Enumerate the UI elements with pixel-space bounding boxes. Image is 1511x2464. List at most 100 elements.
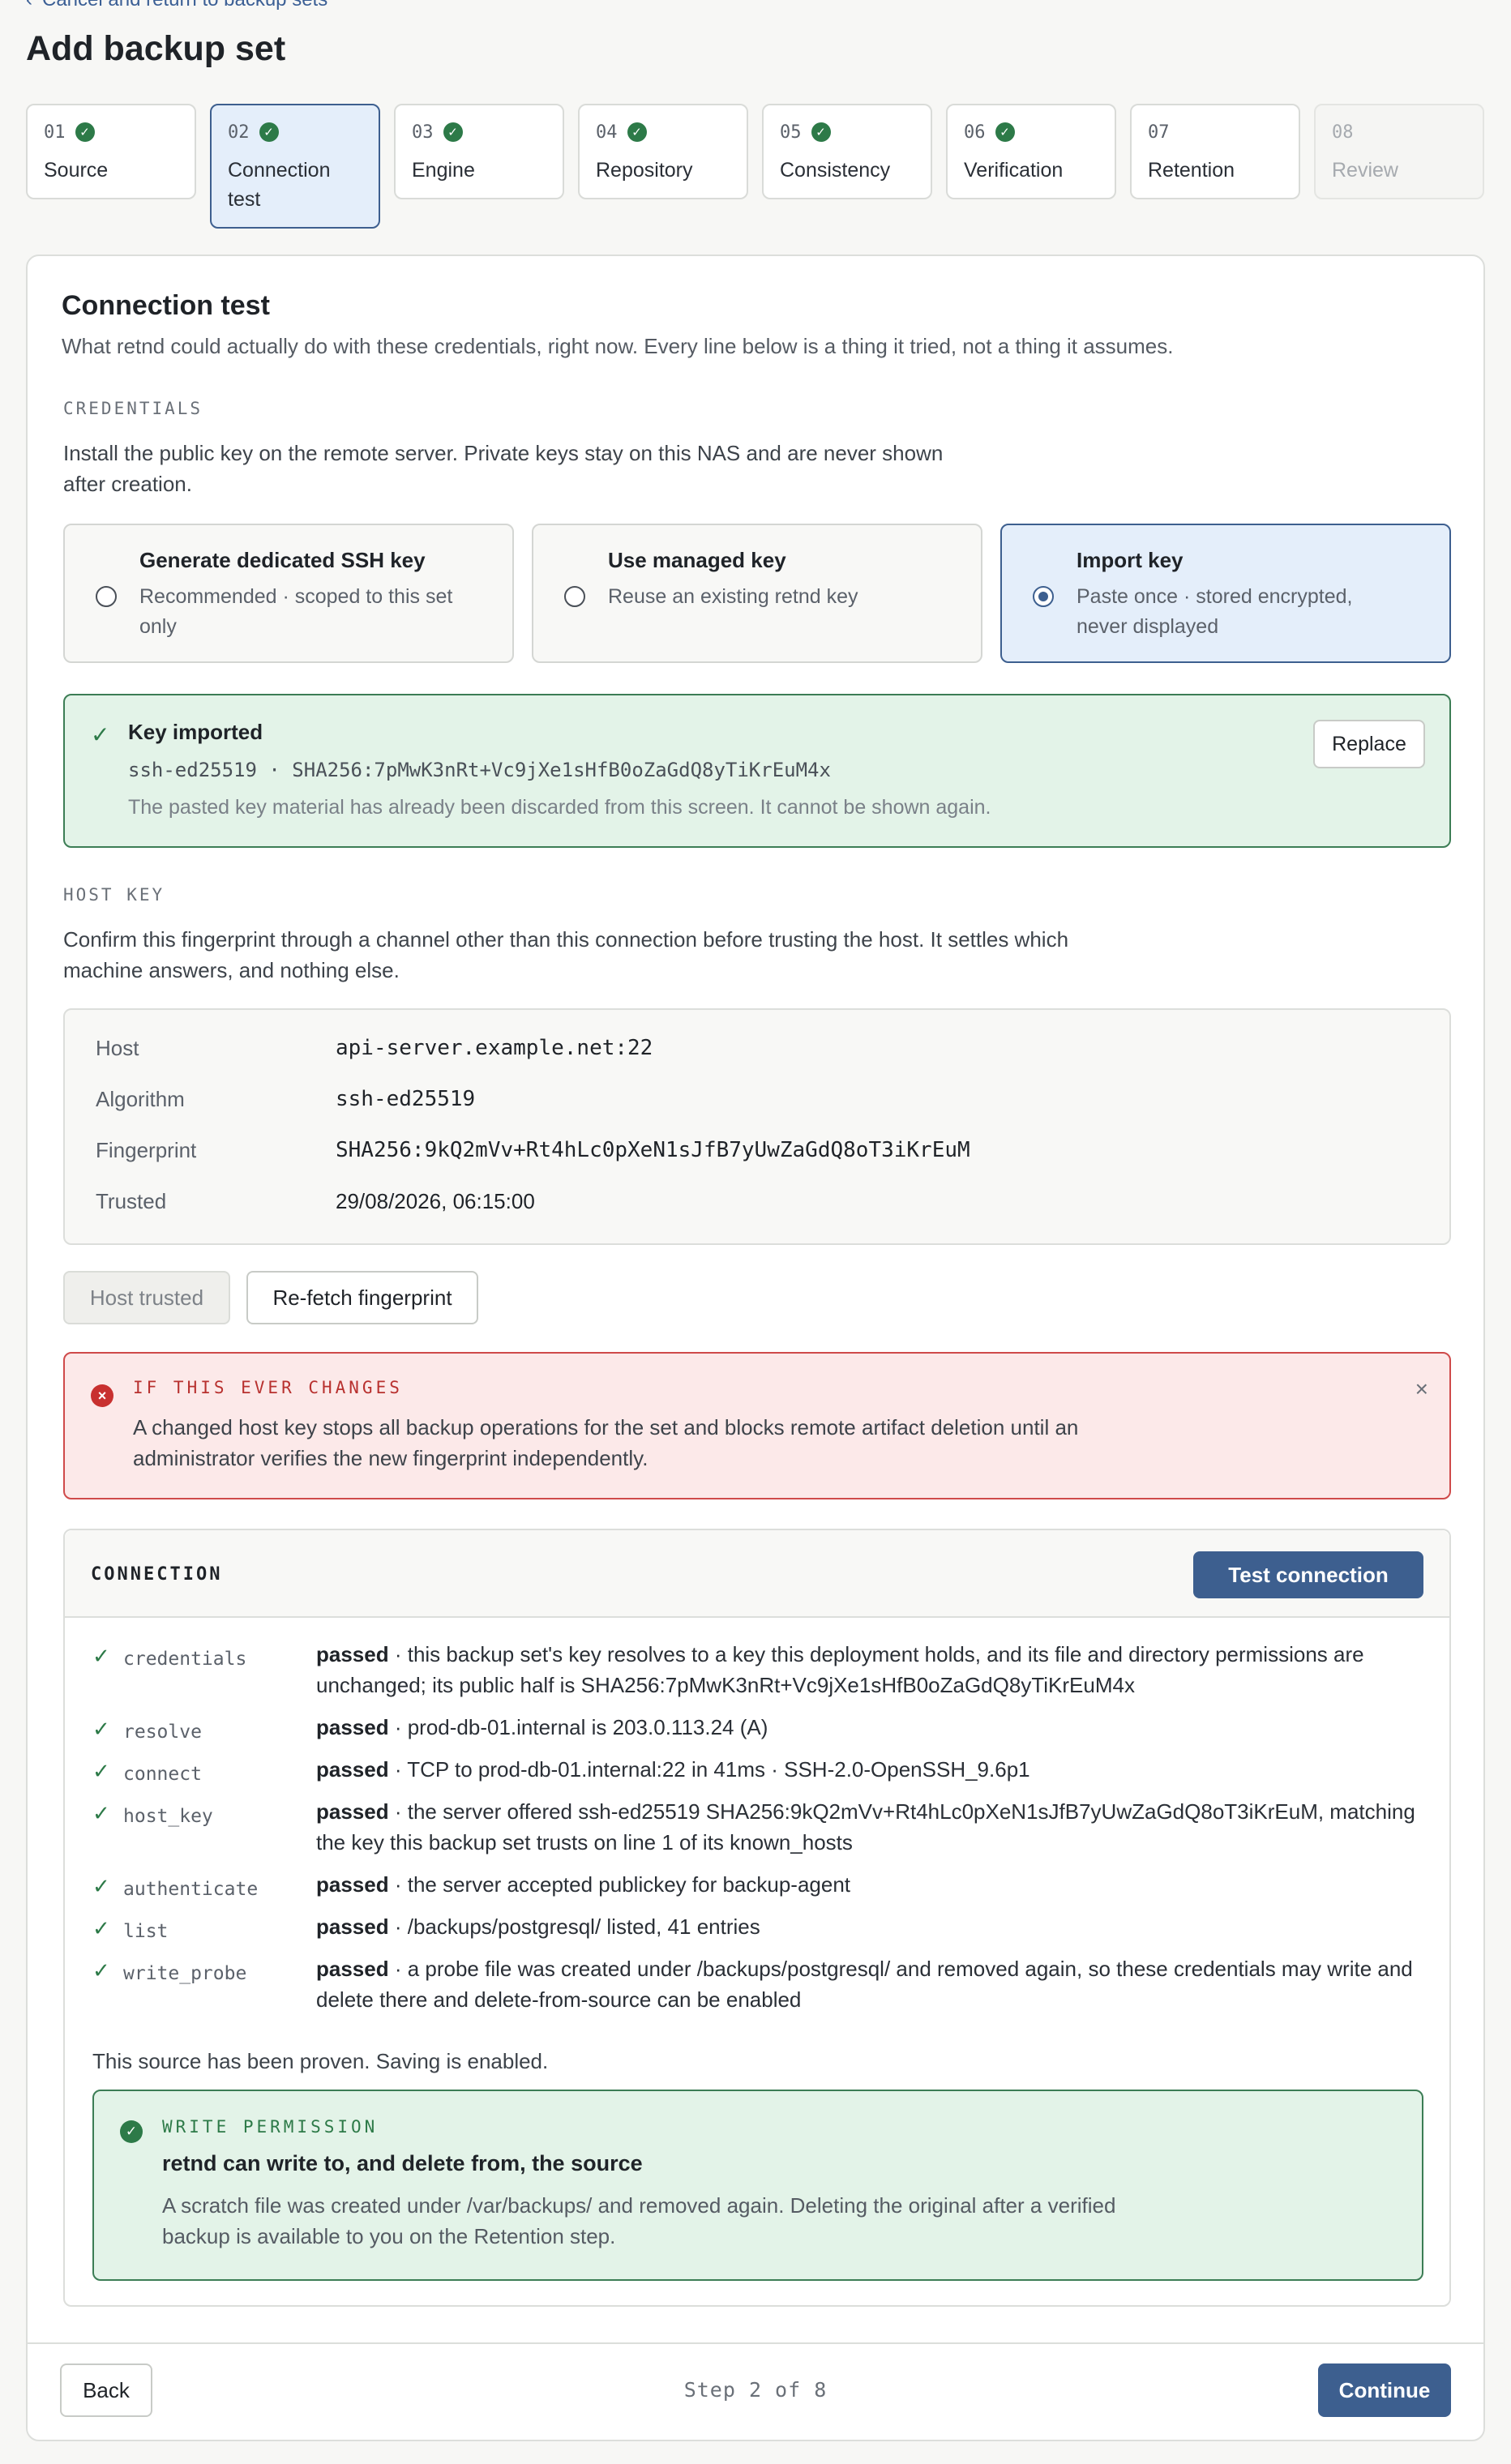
section-title: Connection test — [62, 290, 270, 321]
step-number: 05 — [780, 122, 802, 143]
page-title: Add backup set — [26, 29, 286, 68]
option-desc: Paste once · stored encrypted, never dis… — [1077, 585, 1353, 638]
checkmark-icon: ✓ — [92, 1717, 110, 1741]
step-label: Retention — [1148, 159, 1235, 182]
option-title: Generate dedicated SSH key — [139, 548, 426, 572]
option-desc: Recommended · scoped to this set only — [139, 585, 453, 638]
step-consistency[interactable]: 05 ✓ Consistency — [762, 104, 932, 199]
radio-button[interactable] — [564, 586, 585, 607]
radio-button[interactable] — [96, 586, 117, 607]
check-circle-icon: ✓ — [995, 122, 1015, 142]
step-label: Engine — [412, 159, 475, 182]
check-detail: · TCP to prod-db-01.internal:22 in 41ms … — [388, 1757, 1030, 1782]
step-review: 08 Review — [1314, 104, 1484, 199]
check-detail: · the server accepted publickey for back… — [388, 1872, 851, 1897]
check-detail: · the server offered ssh-ed25519 SHA256:… — [316, 1799, 1415, 1854]
check-detail: · this backup set's key resolves to a ke… — [316, 1642, 1364, 1697]
step-number: 08 — [1332, 122, 1354, 143]
step-verification[interactable]: 06 ✓ Verification — [946, 104, 1116, 199]
check-result: passed · the server offered ssh-ed25519 … — [316, 1796, 1427, 1858]
checkmark-icon: ✓ — [92, 1801, 110, 1825]
key-note: The pasted key material has already been… — [128, 796, 991, 819]
step-label: Connection test — [228, 159, 331, 211]
host-key-table: Host api-server.example.net:22 Algorithm… — [63, 1008, 1451, 1245]
step-number: 03 — [412, 122, 434, 143]
warning-body: A changed host key stops all backup oper… — [133, 1415, 1079, 1470]
check-name: connect — [123, 1764, 202, 1785]
step-label: Review — [1332, 159, 1398, 182]
option-import-key[interactable]: Import key Paste once · stored encrypted… — [1000, 524, 1451, 663]
step-repository[interactable]: 04 ✓ Repository — [578, 104, 748, 199]
check-circle-icon: ✓ — [627, 122, 647, 142]
checkmark-icon: ✓ — [91, 722, 110, 747]
cancel-link[interactable]: ‹ Cancel and return to backup sets — [26, 0, 327, 11]
check-status: passed — [316, 1872, 389, 1897]
credentials-help: Install the public key on the remote ser… — [63, 441, 944, 496]
trusted-label: Trusted — [96, 1189, 167, 1213]
footer-divider — [28, 2342, 1483, 2344]
algorithm-label: Algorithm — [96, 1087, 185, 1111]
check-circle-icon: ✓ — [443, 122, 463, 142]
step-number: 06 — [964, 122, 986, 143]
step-number: 07 — [1148, 122, 1170, 143]
connection-panel: CONNECTION Test connection ✓ credentials… — [63, 1529, 1451, 2307]
option-managed-key[interactable]: Use managed key Reuse an existing retnd … — [532, 524, 982, 663]
checkmark-icon: ✓ — [92, 1759, 110, 1783]
step-retention[interactable]: 07 Retention — [1130, 104, 1300, 199]
check-name: host_key — [123, 1806, 213, 1827]
cancel-link-label: Cancel and return to backup sets — [42, 0, 327, 11]
connection-header: CONNECTION Test connection — [65, 1530, 1449, 1618]
option-generate-key[interactable]: Generate dedicated SSH key Recommended ·… — [63, 524, 514, 663]
error-icon: × — [91, 1384, 113, 1407]
check-name: resolve — [123, 1722, 202, 1743]
check-result: passed · TCP to prod-db-01.internal:22 i… — [316, 1754, 1427, 1785]
check-result: passed · the server accepted publickey f… — [316, 1869, 1427, 1900]
step-label: Source — [44, 159, 109, 182]
host-trusted-button: Host trusted — [63, 1271, 230, 1324]
check-result: passed · /backups/postgresql/ listed, 41… — [316, 1911, 1427, 1942]
check-status: passed — [316, 1642, 389, 1666]
check-status: passed — [316, 1914, 389, 1939]
host-value: api-server.example.net:22 — [336, 1036, 653, 1060]
host-key-warning: × IF THIS EVER CHANGES A changed host ke… — [63, 1352, 1451, 1499]
step-engine[interactable]: 03 ✓ Engine — [394, 104, 564, 199]
radio-button-selected[interactable] — [1033, 586, 1054, 607]
option-title: Use managed key — [608, 548, 786, 572]
algorithm-value: ssh-ed25519 — [336, 1087, 476, 1111]
write-permission-heading: retnd can write to, and delete from, the… — [162, 2151, 643, 2175]
step-label: Repository — [596, 159, 693, 182]
check-circle-icon: ✓ — [75, 122, 95, 142]
write-permission-label: WRITE PERMISSION — [162, 2117, 379, 2137]
refetch-fingerprint-button[interactable]: Re-fetch fingerprint — [246, 1271, 478, 1324]
check-circle-icon: ✓ — [811, 122, 831, 142]
key-imported-panel: ✓ Key imported ssh-ed25519 · SHA256:7pMw… — [63, 694, 1451, 848]
check-name: credentials — [123, 1649, 247, 1670]
check-circle-icon: ✓ — [120, 2120, 143, 2143]
checkmark-icon: ✓ — [92, 1874, 110, 1898]
step-label: Verification — [964, 159, 1064, 182]
host-key-help: Confirm this fingerprint through a chann… — [63, 927, 1069, 982]
replace-key-button[interactable]: Replace — [1313, 720, 1425, 768]
step-counter: Step 2 of 8 — [683, 2378, 828, 2402]
continue-button[interactable]: Continue — [1318, 2363, 1451, 2417]
write-permission-panel: ✓ WRITE PERMISSION retnd can write to, a… — [92, 2090, 1423, 2281]
host-key-label: HOST KEY — [63, 885, 165, 905]
option-desc: Reuse an existing retnd key — [608, 585, 858, 608]
option-title: Import key — [1077, 548, 1184, 572]
check-status: passed — [316, 1757, 389, 1782]
step-source[interactable]: 01 ✓ Source — [26, 104, 196, 199]
step-connection-test[interactable]: 02 ✓ Connection test — [210, 104, 380, 229]
check-result: passed · prod-db-01.internal is 203.0.11… — [316, 1712, 1427, 1743]
step-number: 01 — [44, 122, 66, 143]
test-connection-button[interactable]: Test connection — [1193, 1551, 1423, 1598]
write-permission-body: A scratch file was created under /var/ba… — [162, 2193, 1116, 2248]
step-label: Consistency — [780, 159, 891, 182]
check-status: passed — [316, 1957, 389, 1981]
check-result: passed · this backup set's key resolves … — [316, 1639, 1427, 1700]
checkmark-icon: ✓ — [92, 1916, 110, 1940]
close-icon[interactable]: × — [1415, 1376, 1428, 1402]
checkmark-icon: ✓ — [92, 1958, 110, 1983]
check-result: passed · a probe file was created under … — [316, 1953, 1427, 2015]
check-name: authenticate — [123, 1879, 259, 1900]
host-label: Host — [96, 1036, 139, 1060]
